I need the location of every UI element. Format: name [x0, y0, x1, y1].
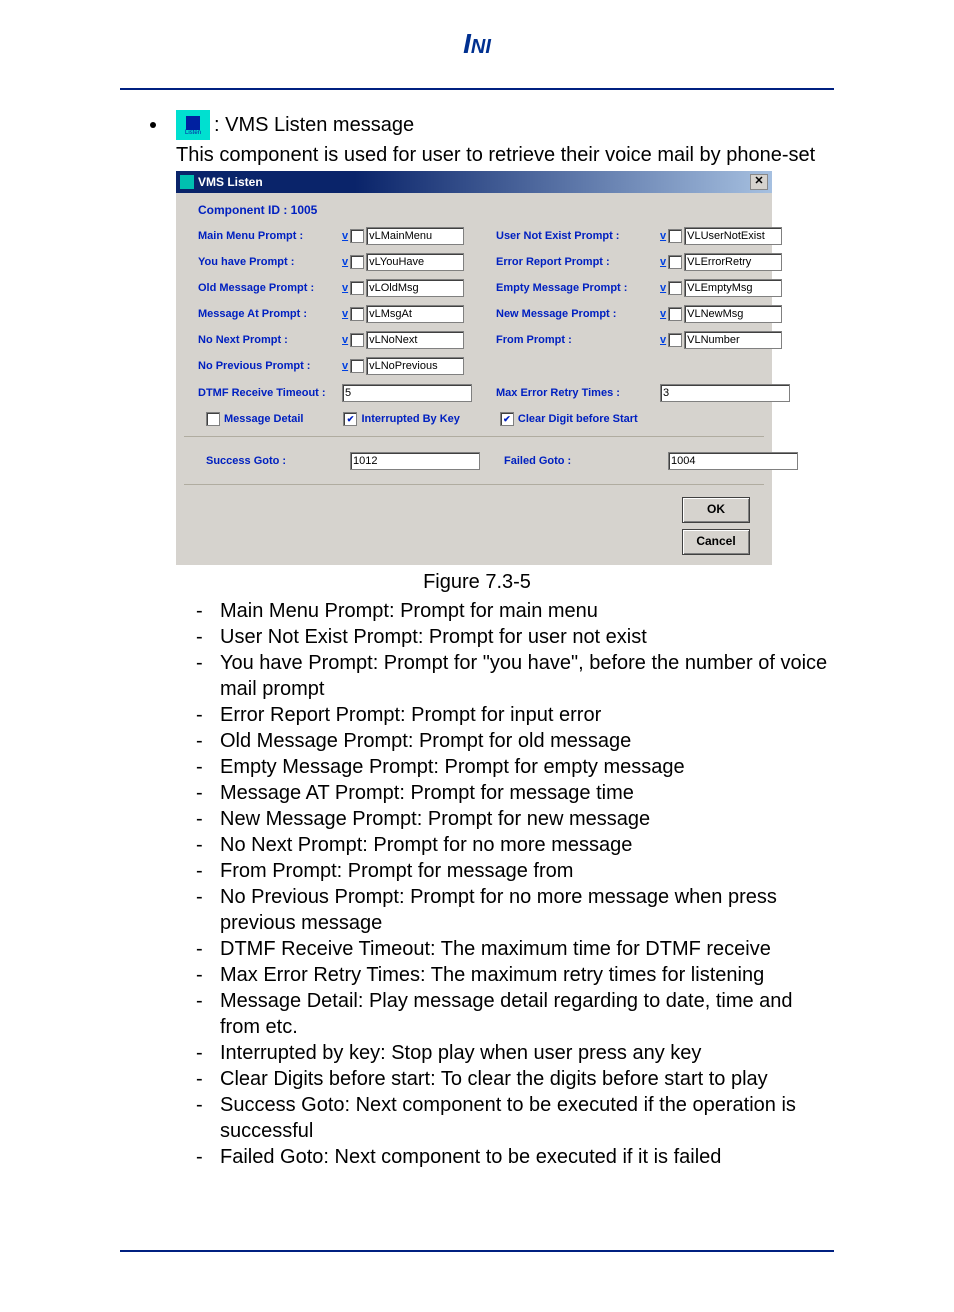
page-footer	[120, 1250, 834, 1312]
figure-caption: Figure 7.3-5	[120, 571, 834, 594]
variable-link[interactable]: v	[342, 282, 348, 294]
msg-at-input[interactable]	[366, 305, 464, 323]
main-menu-prompt-input[interactable]	[366, 227, 464, 245]
description-list: Main Menu Prompt: Prompt for main menu U…	[176, 598, 834, 1170]
list-item: Failed Goto: Next component to be execut…	[176, 1144, 834, 1170]
list-item: From Prompt: Prompt for message from	[176, 858, 834, 884]
new-msg-input[interactable]	[684, 305, 782, 323]
list-item: Max Error Retry Times: The maximum retry…	[176, 962, 834, 988]
list-item: Error Report Prompt: Prompt for input er…	[176, 702, 834, 728]
from-label: From Prompt :	[496, 334, 656, 346]
vms-listen-dialog: VMS Listen ✕ Component ID : 1005 Main Me…	[176, 171, 772, 565]
error-report-label: Error Report Prompt :	[496, 256, 656, 268]
message-detail-label: Message Detail	[224, 413, 303, 425]
variable-link[interactable]: v	[342, 308, 348, 320]
you-have-input[interactable]	[366, 253, 464, 271]
user-not-exist-checkbox[interactable]	[668, 229, 682, 243]
failed-goto-label: Failed Goto :	[504, 455, 664, 467]
component-id: Component ID : 1005	[176, 193, 772, 227]
no-prev-label: No Previous Prompt :	[198, 360, 338, 372]
clear-digit-label: Clear Digit before Start	[518, 413, 638, 425]
old-msg-input[interactable]	[366, 279, 464, 297]
variable-link[interactable]: v	[660, 282, 666, 294]
vms-listen-icon: Listen	[176, 110, 210, 140]
list-item: DTMF Receive Timeout: The maximum time f…	[176, 936, 834, 962]
success-goto-input[interactable]	[350, 452, 480, 470]
message-detail-checkbox[interactable]	[206, 412, 220, 426]
max-retry-label: Max Error Retry Times :	[496, 387, 656, 399]
list-item: Interrupted by key: Stop play when user …	[176, 1040, 834, 1066]
logo-icon: INI	[463, 28, 491, 60]
old-msg-checkbox[interactable]	[350, 281, 364, 295]
variable-link[interactable]: v	[660, 230, 666, 242]
list-item: Success Goto: Next component to be execu…	[176, 1092, 834, 1144]
max-retry-input[interactable]	[660, 384, 790, 402]
list-item: No Previous Prompt: Prompt for no more m…	[176, 884, 834, 936]
close-button[interactable]: ✕	[750, 174, 768, 190]
ok-button[interactable]: OK	[682, 497, 750, 523]
interrupted-checkbox[interactable]: ✔	[343, 412, 357, 426]
list-item: You have Prompt: Prompt for "you have", …	[176, 650, 834, 702]
bullet-icon	[150, 122, 156, 128]
list-item: Main Menu Prompt: Prompt for main menu	[176, 598, 834, 624]
no-next-checkbox[interactable]	[350, 333, 364, 347]
error-report-checkbox[interactable]	[668, 255, 682, 269]
main-menu-prompt-label: Main Menu Prompt :	[198, 230, 338, 242]
list-item: Message Detail: Play message detail rega…	[176, 988, 834, 1040]
variable-link[interactable]: v	[660, 308, 666, 320]
variable-link[interactable]: v	[660, 334, 666, 346]
dialog-titlebar: VMS Listen ✕	[176, 171, 772, 193]
list-item: No Next Prompt: Prompt for no more messa…	[176, 832, 834, 858]
section-title: : VMS Listen message	[214, 114, 414, 137]
cancel-button[interactable]: Cancel	[682, 529, 750, 555]
success-goto-label: Success Goto :	[206, 455, 346, 467]
from-checkbox[interactable]	[668, 333, 682, 347]
interrupted-label: Interrupted By Key	[361, 413, 459, 425]
section-bullet: Listen : VMS Listen message	[150, 110, 834, 140]
no-prev-input[interactable]	[366, 357, 464, 375]
variable-link[interactable]: v	[342, 230, 348, 242]
error-report-input[interactable]	[684, 253, 782, 271]
dialog-title: VMS Listen	[198, 175, 263, 189]
page-header: INI	[120, 0, 834, 90]
user-not-exist-label: User Not Exist Prompt :	[496, 230, 656, 242]
old-msg-label: Old Message Prompt :	[198, 282, 338, 294]
no-next-input[interactable]	[366, 331, 464, 349]
no-prev-checkbox[interactable]	[350, 359, 364, 373]
dialog-icon	[180, 175, 194, 189]
msg-at-label: Message At Prompt :	[198, 308, 338, 320]
list-item: New Message Prompt: Prompt for new messa…	[176, 806, 834, 832]
new-msg-checkbox[interactable]	[668, 307, 682, 321]
new-msg-label: New Message Prompt :	[496, 308, 656, 320]
variable-link[interactable]: v	[342, 334, 348, 346]
empty-msg-input[interactable]	[684, 279, 782, 297]
list-item: User Not Exist Prompt: Prompt for user n…	[176, 624, 834, 650]
main-menu-checkbox[interactable]	[350, 229, 364, 243]
from-input[interactable]	[684, 331, 782, 349]
clear-digit-checkbox[interactable]: ✔	[500, 412, 514, 426]
list-item: Empty Message Prompt: Prompt for empty m…	[176, 754, 834, 780]
msg-at-checkbox[interactable]	[350, 307, 364, 321]
variable-link[interactable]: v	[660, 256, 666, 268]
you-have-checkbox[interactable]	[350, 255, 364, 269]
failed-goto-input[interactable]	[668, 452, 798, 470]
empty-msg-checkbox[interactable]	[668, 281, 682, 295]
user-not-exist-input[interactable]	[684, 227, 782, 245]
dtmf-timeout-input[interactable]	[342, 384, 472, 402]
you-have-label: You have Prompt :	[198, 256, 338, 268]
no-next-label: No Next Prompt :	[198, 334, 338, 346]
list-item: Old Message Prompt: Prompt for old messa…	[176, 728, 834, 754]
dtmf-timeout-label: DTMF Receive Timeout :	[198, 387, 338, 399]
variable-link[interactable]: v	[342, 256, 348, 268]
variable-link[interactable]: v	[342, 360, 348, 372]
empty-msg-label: Empty Message Prompt :	[496, 282, 656, 294]
list-item: Message AT Prompt: Prompt for message ti…	[176, 780, 834, 806]
list-item: Clear Digits before start: To clear the …	[176, 1066, 834, 1092]
section-description: This component is used for user to retri…	[176, 144, 834, 167]
